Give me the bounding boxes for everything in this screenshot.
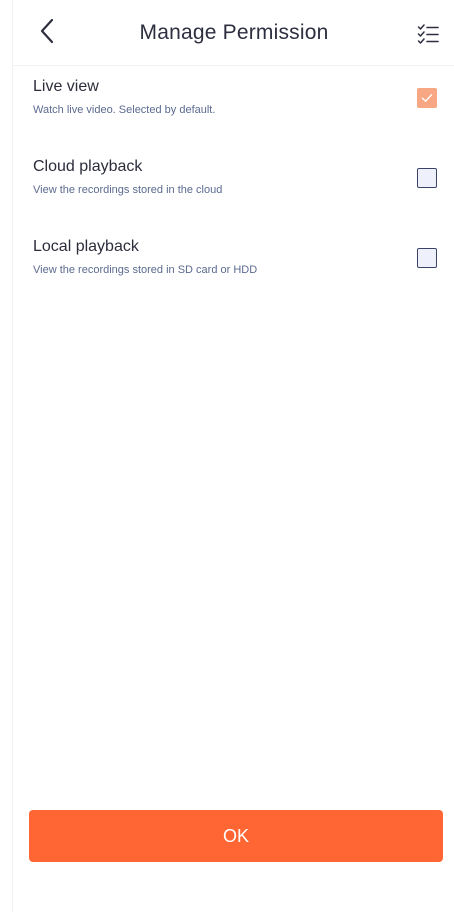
checklist-icon [417,24,439,44]
live-view-checkbox[interactable] [417,88,437,108]
app-screen: Manage Permission Live view Watch live v… [12,0,454,912]
permission-title: Local playback [33,238,139,255]
permission-description: Watch live video. Selected by default. [33,104,216,116]
select-all-button[interactable] [415,20,441,48]
checkmark-icon [421,94,433,102]
local-playback-checkbox[interactable] [417,248,437,268]
header-bar: Manage Permission [13,0,454,66]
permission-item-local-playback[interactable]: Local playback View the recordings store… [13,226,454,306]
permission-item-live-view[interactable]: Live view Watch live video. Selected by … [13,66,454,146]
permission-description: View the recordings stored in SD card or… [33,264,258,276]
permission-description: View the recordings stored in the cloud [33,184,223,196]
permission-list: Live view Watch live video. Selected by … [13,66,454,306]
permission-item-cloud-playback[interactable]: Cloud playback View the recordings store… [13,146,454,226]
cloud-playback-checkbox[interactable] [417,168,437,188]
permission-title: Cloud playback [33,158,143,175]
page-title: Manage Permission [139,21,329,44]
permission-title: Live view [33,78,99,95]
ok-button[interactable]: OK [29,810,443,862]
